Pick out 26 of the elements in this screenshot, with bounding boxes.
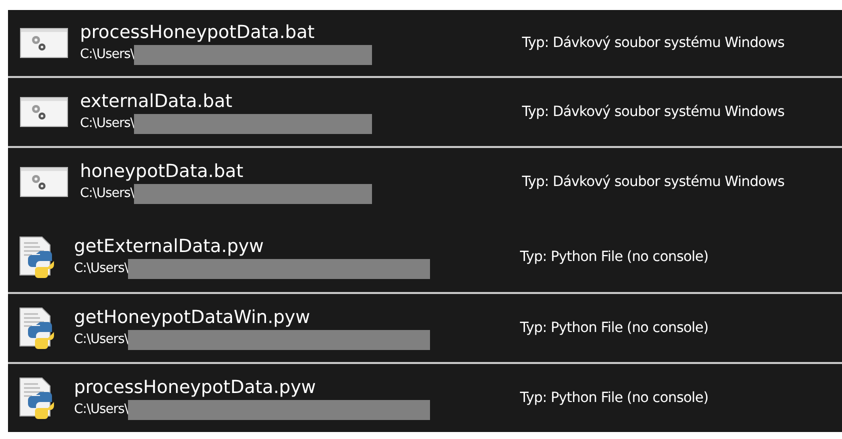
file-path: C:\Users\ <box>80 116 134 131</box>
file-name: externalData.bat <box>80 90 234 112</box>
file-path: C:\Users\ <box>74 261 128 276</box>
result-row[interactable]: getHoneypotDataWin.pyw C:\Users\ Typ: Python File (no console) <box>8 292 842 362</box>
gears-window-icon <box>20 167 68 197</box>
result-row[interactable]: processHoneypotData.pyw C:\Users\ Typ: Python File (no console) <box>8 362 842 432</box>
file-type: Typ: Python File (no console) <box>520 249 708 265</box>
result-row[interactable]: processHoneypotData.bat C:\Users\ Typ: Dávkový soubor systému Windows <box>8 10 842 76</box>
file-name: processHoneypotData.pyw <box>74 376 317 398</box>
gears-window-icon <box>20 28 68 58</box>
file-type: Typ: Python File (no console) <box>520 320 708 336</box>
result-row[interactable]: externalData.bat C:\Users\ Typ: Dávkový soubor systému Windows <box>8 76 842 146</box>
file-path: C:\Users\ <box>80 47 134 62</box>
file-name: getExternalData.pyw <box>74 236 265 256</box>
file-type: Typ: Python File (no console) <box>520 390 708 406</box>
file-path: C:\Users\ <box>80 186 134 201</box>
file-name: honeypotData.bat <box>80 160 244 182</box>
file-type: Typ: Dávkový soubor systému Windows <box>522 174 784 190</box>
file-type: Typ: Dávkový soubor systému Windows <box>522 35 784 51</box>
file-path: C:\Users\ <box>74 402 128 417</box>
result-row[interactable]: getExternalData.pyw C:\Users\ Typ: Python File (no console) <box>8 216 842 292</box>
file-name: processHoneypotData.bat <box>80 22 316 42</box>
file-type: Typ: Dávkový soubor systému Windows <box>522 104 784 120</box>
gears-window-icon <box>20 97 68 127</box>
file-path: C:\Users\ <box>74 332 128 347</box>
file-name: getHoneypotDataWin.pyw <box>74 306 312 328</box>
